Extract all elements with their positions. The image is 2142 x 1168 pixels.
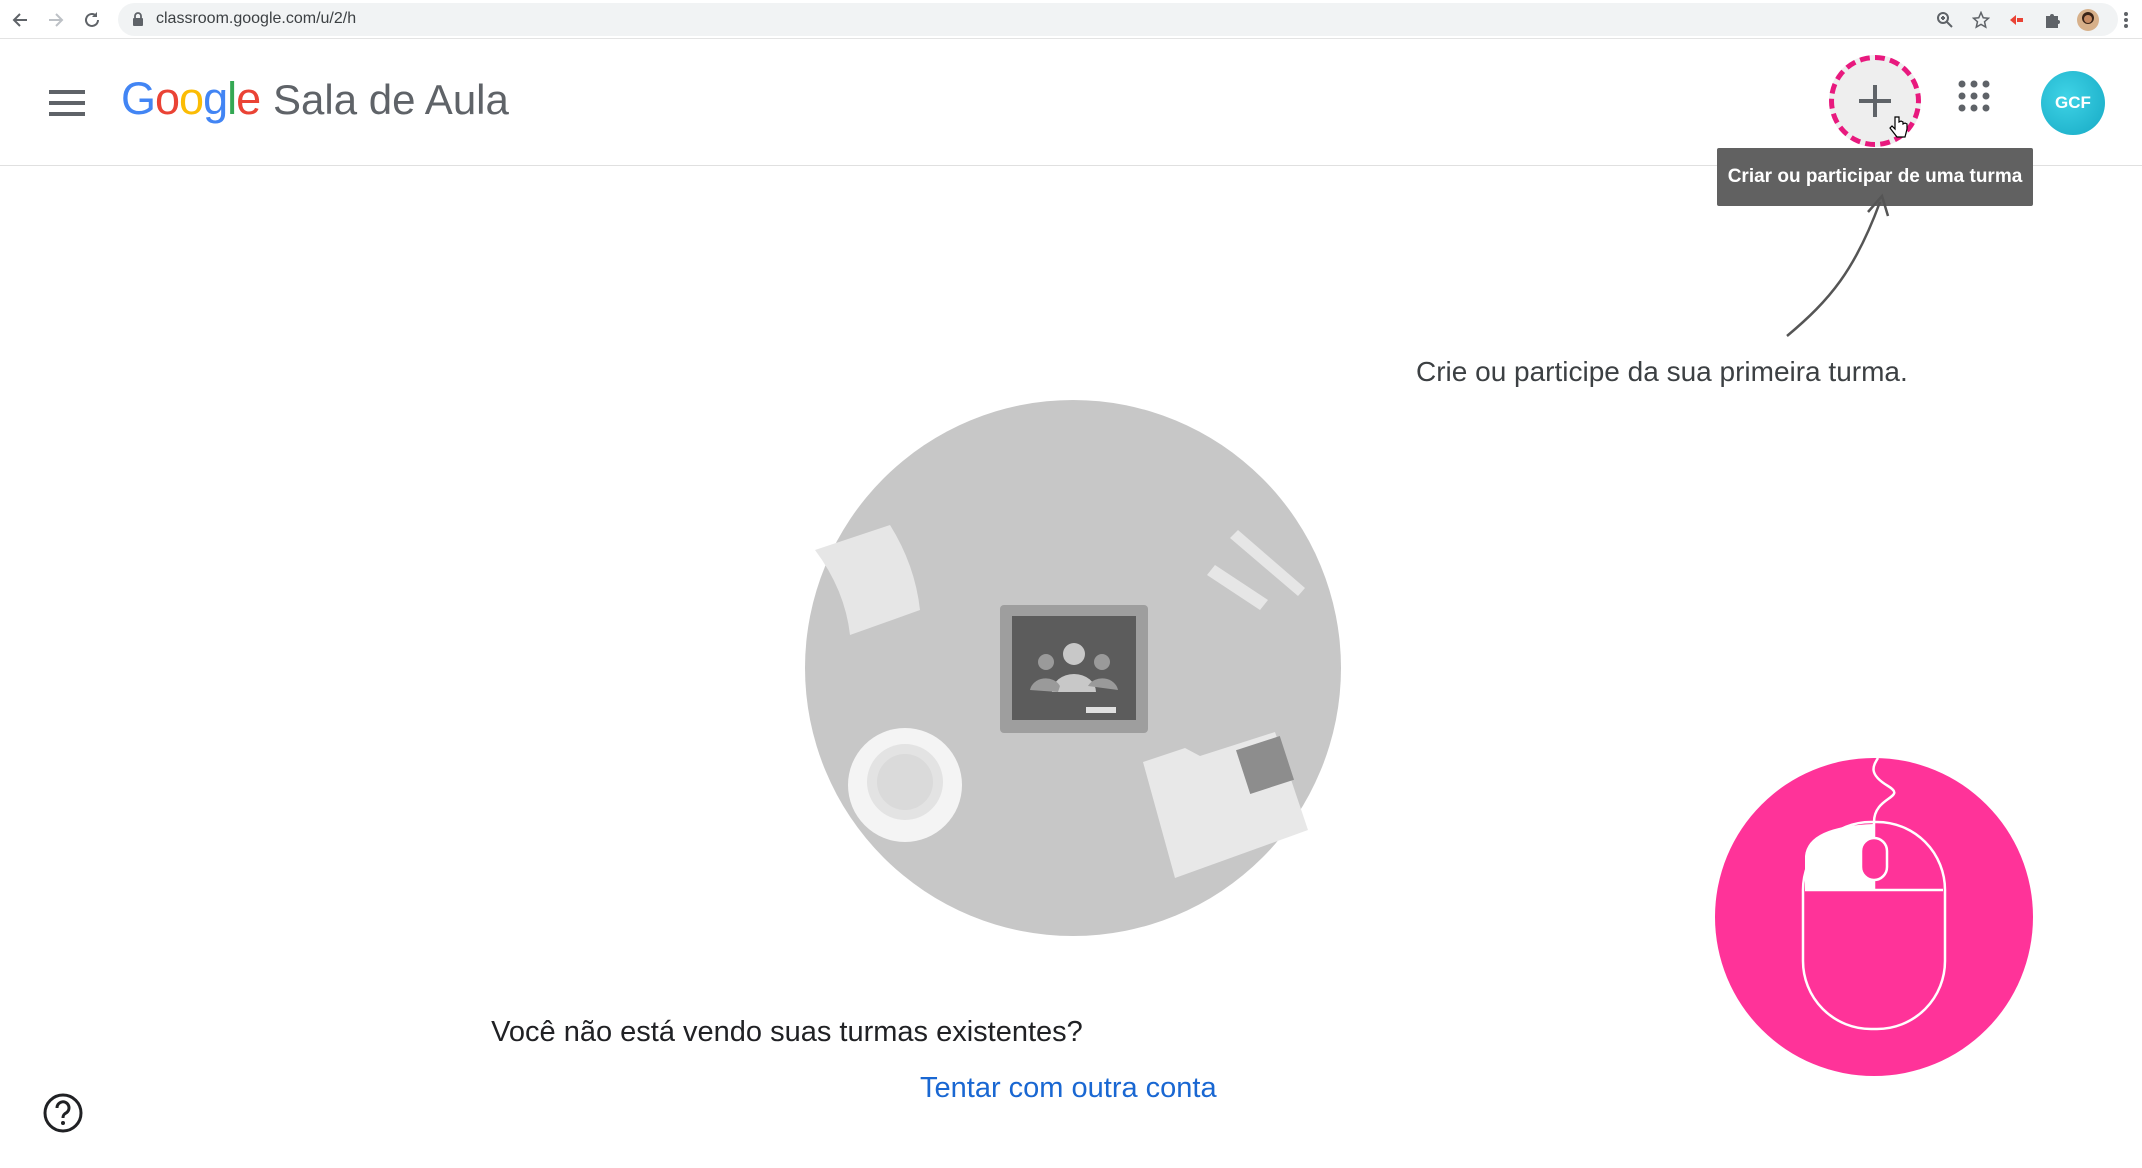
extension-icon[interactable]	[2004, 8, 2028, 32]
help-icon[interactable]	[42, 1092, 86, 1136]
logo-letter: o	[155, 73, 180, 124]
cursor-hand-icon	[1889, 116, 1908, 138]
url-text: classroom.google.com/u/2/h	[156, 10, 357, 27]
menu-icon[interactable]	[44, 80, 90, 126]
reload-icon[interactable]	[80, 8, 104, 32]
apps-grid-icon[interactable]	[1958, 80, 2000, 122]
google-logo[interactable]: Google	[121, 73, 261, 125]
logo-letter: g	[203, 73, 228, 124]
logo-letter: G	[121, 73, 156, 124]
more-vert-icon[interactable]	[2114, 8, 2138, 32]
create-or-join-class-button[interactable]	[1829, 55, 1921, 147]
forward-arrow-icon[interactable]	[44, 8, 68, 32]
back-arrow-icon[interactable]	[8, 8, 32, 32]
mouse-click-icon	[1715, 757, 2033, 1076]
logo-letter: e	[236, 73, 261, 124]
logo-letter: l	[227, 73, 237, 124]
logo-letter: o	[179, 73, 204, 124]
lock-icon	[132, 12, 144, 32]
star-icon[interactable]	[1970, 9, 1992, 31]
avatar-text: GCF	[2055, 93, 2091, 112]
profile-icon[interactable]	[2076, 8, 2100, 32]
try-another-account-link[interactable]: Tentar com outra conta	[920, 1072, 1217, 1105]
hint-arrow	[1786, 193, 1890, 337]
browser-toolbar: classroom.google.com/u/2/h	[0, 0, 2142, 39]
zoom-icon[interactable]	[1934, 9, 1956, 31]
classroom-illustration	[805, 400, 1341, 936]
app-name[interactable]: Sala de Aula	[273, 76, 509, 124]
first-class-hint: Crie ou participe da sua primeira turma.	[1416, 356, 1908, 387]
puzzle-icon[interactable]	[2040, 8, 2064, 32]
address-bar[interactable]: classroom.google.com/u/2/h	[118, 3, 2118, 36]
avatar[interactable]: GCF	[2041, 71, 2105, 135]
